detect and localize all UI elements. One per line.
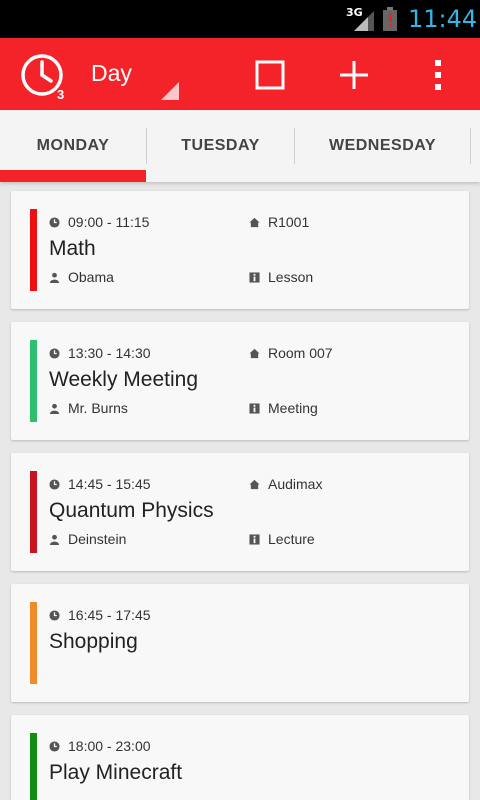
clock-icon: [49, 740, 60, 752]
person-icon: [49, 403, 60, 414]
status-bar: 3G 11:44: [0, 0, 480, 38]
event-card[interactable]: 14:45 - 15:45 Audimax Quantum Physics De…: [11, 453, 469, 571]
event-time-text: 18:00 - 23:00: [68, 738, 151, 754]
view-mode-label[interactable]: Day: [91, 60, 132, 87]
app-badge: 3: [57, 87, 64, 102]
event-title: Math: [49, 237, 96, 260]
event-list: 09:00 - 11:15 R1001 Math Obama Lesson 13…: [0, 182, 480, 800]
event-person: Obama: [49, 269, 114, 285]
event-type: Lesson: [249, 269, 313, 285]
info-icon: [249, 271, 260, 283]
event-color-bar: [30, 602, 37, 684]
tab-wednesday[interactable]: WEDNESDAY: [295, 110, 470, 182]
event-location-text: Room 007: [268, 345, 333, 361]
event-person-text: Mr. Burns: [68, 400, 128, 416]
event-time-text: 09:00 - 11:15: [68, 214, 150, 230]
person-icon: [49, 534, 60, 545]
event-time: 18:00 - 23:00: [49, 738, 151, 754]
event-color-bar: [30, 340, 37, 422]
event-title: Shopping: [49, 630, 138, 653]
signal-icon: [354, 11, 374, 31]
app-clock-icon[interactable]: 3: [18, 51, 70, 103]
info-icon: [249, 533, 260, 545]
person-icon: [49, 272, 60, 283]
event-time-text: 13:30 - 14:30: [68, 345, 151, 361]
info-icon: [249, 402, 260, 414]
event-title: Weekly Meeting: [49, 368, 199, 391]
event-title: Play Minecraft: [49, 761, 183, 784]
clock-icon: [49, 216, 60, 228]
event-type-text: Lecture: [268, 531, 315, 547]
event-color-bar: [30, 733, 37, 800]
event-person-text: Deinstein: [68, 531, 127, 547]
event-type-text: Meeting: [268, 400, 318, 416]
event-location: Room 007: [249, 345, 333, 361]
event-time: 09:00 - 11:15: [49, 214, 149, 230]
overflow-menu-icon[interactable]: [420, 54, 456, 94]
event-time: 16:45 - 17:45: [49, 607, 151, 623]
action-bar: 3 Day: [0, 38, 480, 110]
event-time: 13:30 - 14:30: [49, 345, 151, 361]
add-event-button[interactable]: [334, 54, 374, 94]
clock-icon: [49, 609, 60, 621]
day-tabs: MONDAY TUESDAY WEDNESDAY: [0, 110, 480, 182]
tab-divider: [470, 128, 471, 164]
battery-icon: [383, 7, 397, 31]
event-time-text: 14:45 - 15:45: [68, 476, 151, 492]
dropdown-corner-icon[interactable]: [161, 82, 179, 100]
event-type: Lecture: [249, 531, 315, 547]
event-color-bar: [30, 471, 37, 553]
event-card[interactable]: 09:00 - 11:15 R1001 Math Obama Lesson: [11, 191, 469, 309]
clock-icon: [49, 347, 60, 359]
event-location: R1001: [249, 214, 309, 230]
selected-tab-indicator: [0, 170, 146, 182]
event-person-text: Obama: [68, 269, 114, 285]
event-person: Mr. Burns: [49, 400, 128, 416]
event-card[interactable]: 18:00 - 23:00 Play Minecraft: [11, 715, 469, 800]
status-clock: 11:44: [408, 5, 478, 33]
event-card[interactable]: 16:45 - 17:45 Shopping: [11, 584, 469, 702]
event-person: Deinstein: [49, 531, 126, 547]
event-location-text: R1001: [268, 214, 310, 230]
event-color-bar: [30, 209, 37, 291]
tab-tuesday[interactable]: TUESDAY: [147, 110, 294, 182]
event-type: Meeting: [249, 400, 318, 416]
home-icon: [249, 217, 260, 227]
event-location: Audimax: [249, 476, 322, 492]
event-time-text: 16:45 - 17:45: [68, 607, 151, 623]
home-icon: [249, 479, 260, 489]
event-type-text: Lesson: [268, 269, 314, 285]
clock-icon: [49, 478, 60, 490]
select-mode-button[interactable]: [250, 54, 290, 94]
event-time: 14:45 - 15:45: [49, 476, 151, 492]
home-icon: [249, 348, 260, 358]
event-location-text: Audimax: [268, 476, 323, 492]
event-card[interactable]: 13:30 - 14:30 Room 007 Weekly Meeting Mr…: [11, 322, 469, 440]
event-title: Quantum Physics: [49, 499, 214, 522]
